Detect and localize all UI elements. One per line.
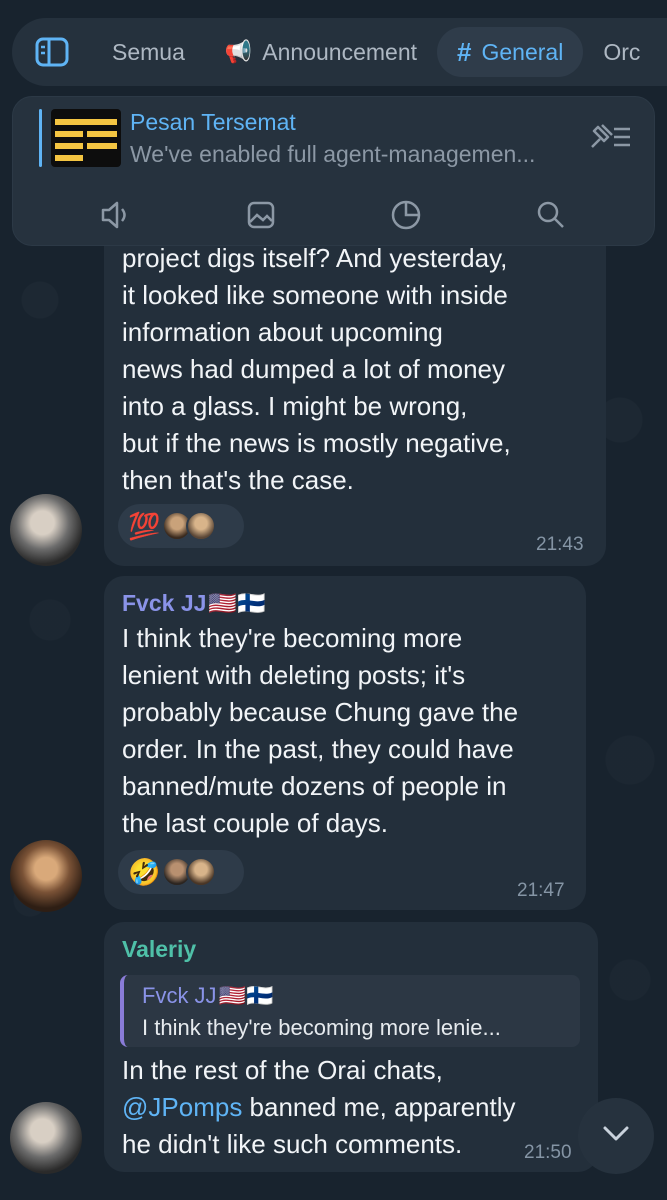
sender-name[interactable]: Fvck JJ🇺🇸🇫🇮	[122, 590, 266, 617]
message-line: I think they're becoming more	[122, 623, 463, 653]
tab-label: Orc	[603, 38, 641, 65]
rofl-emoji: 🤣	[128, 856, 161, 887]
pie-chart-icon[interactable]	[376, 199, 436, 231]
tab-semua[interactable]: Semua	[92, 27, 205, 77]
pinned-thumbnail	[51, 109, 121, 167]
hundred-emoji: 💯	[128, 510, 161, 541]
tab-orc[interactable]: Orc	[583, 27, 660, 77]
search-icon[interactable]	[521, 200, 581, 230]
message-time: 21:47	[517, 880, 565, 901]
message-line: it looked like someone with inside	[122, 280, 508, 310]
media-filter-row	[13, 187, 654, 243]
message-line: news had dumped a lot of money	[122, 354, 506, 384]
scroll-to-bottom-button[interactable]	[578, 1098, 654, 1174]
sender-name-text: Fvck JJ	[122, 590, 207, 616]
message-line: into a glass. I might be wrong,	[122, 391, 468, 421]
message-line: information about upcoming	[122, 317, 443, 347]
reaction-chip[interactable]: 💯	[118, 504, 244, 548]
pin-indicator-bar	[39, 109, 42, 167]
message-line: probably because Chung gave the	[122, 697, 519, 727]
tab-label: Announcement	[262, 38, 418, 65]
pinned-list-icon[interactable]	[588, 121, 632, 156]
image-icon[interactable]	[231, 200, 291, 230]
message-line: he didn't like such comments.	[122, 1129, 463, 1159]
folders-sidebar-icon[interactable]	[12, 18, 92, 86]
reply-quote[interactable]: Fvck JJ🇺🇸🇫🇮 I think they're becoming mor…	[120, 975, 580, 1047]
message-line: banned/mute dozens of people in	[122, 771, 507, 801]
avatar[interactable]	[10, 494, 82, 566]
pinned-message-panel[interactable]: Pesan Tersemat We've enabled full agent-…	[12, 96, 655, 246]
reply-sender-name: Fvck JJ🇺🇸🇫🇮	[142, 983, 273, 1009]
reactor-avatar	[186, 511, 217, 541]
pinned-message-row[interactable]: Pesan Tersemat We've enabled full agent-…	[13, 97, 654, 179]
message-line: In the rest of the Orai chats,	[122, 1055, 443, 1085]
pinned-preview-text: We've enabled full agent-managemen...	[130, 141, 536, 167]
reply-text: I think they're becoming more lenie...	[142, 1015, 501, 1040]
avatar[interactable]	[10, 1102, 82, 1174]
hash-icon: #	[457, 36, 472, 67]
message-line: the last couple of days.	[122, 808, 388, 838]
folder-tabs-bar: Semua 📢 Announcement # General Orc	[12, 18, 667, 86]
avatar[interactable]	[10, 840, 82, 912]
user-mention-link[interactable]: @JPomps	[122, 1092, 242, 1122]
message-line: lenient with deleting posts; it's	[122, 660, 466, 690]
message-text: project digs itself? And yesterday, it l…	[122, 240, 602, 499]
message-line: @JPomps banned me, apparently	[122, 1089, 592, 1126]
message-time: 21:50	[524, 1142, 572, 1163]
reactor-avatar	[186, 857, 217, 887]
tab-announcement[interactable]: 📢 Announcement	[205, 27, 437, 77]
tab-label: Semua	[112, 38, 185, 65]
message-text: I think they're becoming more lenient wi…	[122, 620, 582, 842]
flag-icons: 🇺🇸🇫🇮	[208, 590, 266, 616]
chevron-down-icon	[601, 1124, 631, 1149]
message-line-rest: banned me, apparently	[242, 1092, 516, 1122]
pinned-title: Pesan Tersemat	[130, 109, 296, 135]
tab-label: General	[481, 38, 564, 65]
reply-sender-text: Fvck JJ	[142, 983, 217, 1008]
tab-general[interactable]: # General	[437, 27, 584, 77]
message-line: but if the news is mostly negative,	[122, 428, 511, 458]
message-line: order. In the past, they could have	[122, 734, 514, 764]
reaction-chip[interactable]: 🤣	[118, 850, 244, 894]
message-text: In the rest of the Orai chats, @JPomps b…	[122, 1052, 592, 1163]
message-line: then that's the case.	[122, 465, 354, 495]
flag-icons: 🇺🇸🇫🇮	[218, 983, 274, 1008]
megaphone-icon: 📢	[224, 39, 253, 64]
sender-name[interactable]: Valeriy	[122, 936, 196, 963]
message-time: 21:43	[536, 534, 584, 555]
speaker-icon[interactable]	[86, 200, 146, 230]
